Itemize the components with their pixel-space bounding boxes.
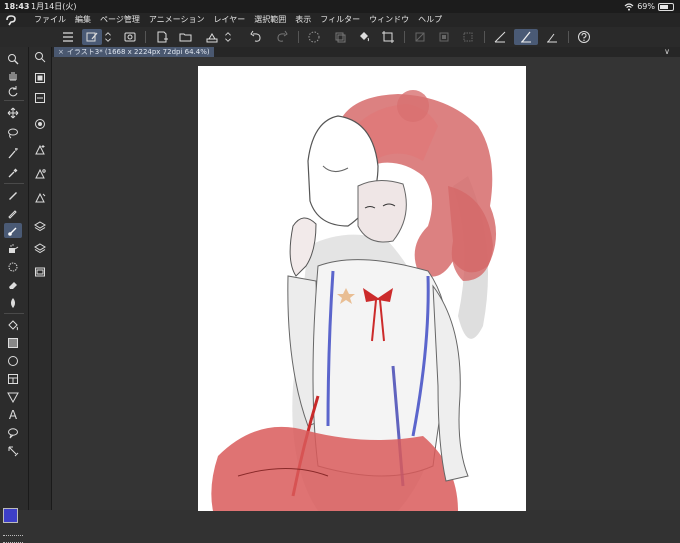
menu-item[interactable]: レイヤー [214, 13, 246, 27]
undo-icon[interactable] [246, 29, 266, 45]
tool-property-icon[interactable] [33, 71, 47, 85]
command-bar [0, 27, 680, 48]
tool-palette: A [0, 47, 29, 543]
invert-selection-icon [434, 29, 454, 45]
navigator-icon[interactable] [33, 50, 47, 64]
approximate-color-icon[interactable] [33, 191, 47, 205]
status-bar: 18:43 1月14日(火) 69% [0, 0, 680, 13]
correction-icon[interactable] [4, 443, 22, 458]
pen-icon[interactable] [4, 187, 22, 202]
airbrush-icon[interactable] [4, 241, 22, 256]
ruler-icon[interactable] [4, 389, 22, 404]
document-tab-title: イラスト3* (1668 x 2224px 72dpi 64.4%) [66, 48, 210, 56]
battery-icon [658, 2, 674, 11]
transform-icon [330, 29, 350, 45]
loading-spinner-icon [304, 29, 324, 45]
menu-item[interactable]: 選択範囲 [254, 13, 286, 27]
eyedropper-icon[interactable] [4, 165, 22, 180]
snap-grid-icon[interactable] [542, 29, 562, 45]
decoration-icon[interactable] [4, 259, 22, 274]
blend-icon[interactable] [4, 295, 22, 310]
layer-icon[interactable] [33, 241, 47, 255]
balloon-icon[interactable] [4, 425, 22, 440]
help-icon[interactable] [574, 29, 594, 45]
battery-fill [660, 4, 668, 9]
menu-item[interactable]: ファイル [34, 13, 66, 27]
status-date: 1月14日(火) [31, 2, 77, 11]
layer-property-icon[interactable] [33, 219, 47, 233]
fill-bucket-icon[interactable] [354, 29, 374, 45]
menu-item[interactable]: アニメーション [149, 13, 205, 27]
text-icon[interactable]: A [4, 407, 22, 422]
document-tab[interactable]: × イラスト3* (1668 x 2224px 72dpi 64.4%) [54, 47, 214, 57]
main-color-swatch[interactable] [3, 508, 18, 523]
material-icon[interactable] [33, 265, 47, 279]
menu-bar: ファイル 編集 ページ管理 アニメーション レイヤー 選択範囲 表示 フィルター ウィンドウ ヘル… [0, 13, 680, 27]
tool-separator [4, 100, 24, 101]
tab-close-icon[interactable]: × [58, 47, 64, 57]
tool-separator [4, 313, 24, 314]
color-wheel-icon[interactable] [33, 117, 47, 131]
quick-access-icon[interactable] [120, 29, 140, 45]
menu-item[interactable]: 表示 [295, 13, 311, 27]
open-folder-icon[interactable] [176, 29, 196, 45]
sub-palette-strip [29, 47, 52, 510]
hand-icon[interactable] [4, 67, 22, 82]
toolbar-separator [298, 31, 299, 43]
intermediate-color-icon[interactable] [33, 167, 47, 181]
shape-icon[interactable] [4, 353, 22, 368]
battery-percent: 69% [637, 2, 655, 11]
menu-item[interactable]: フィルター [320, 13, 360, 27]
zoom-icon[interactable] [4, 51, 22, 66]
menu-item[interactable]: ページ管理 [100, 13, 140, 27]
wifi-icon [624, 2, 634, 11]
status-time: 18:43 [4, 2, 30, 11]
clear-selection-icon [410, 29, 430, 45]
redo-icon [272, 29, 292, 45]
crop-icon[interactable] [378, 29, 398, 45]
edit-gesture-icon[interactable] [82, 29, 102, 45]
toolbar-separator [568, 31, 569, 43]
brush-size-icon[interactable] [33, 91, 47, 105]
tool-separator [4, 183, 24, 184]
ruler-snap-icon[interactable] [490, 29, 510, 45]
drawing-canvas[interactable] [198, 66, 526, 511]
menu-items: ファイル 編集 ページ管理 アニメーション レイヤー 選択範囲 表示 フィルター ウィンドウ ヘル… [34, 13, 442, 27]
eraser-icon[interactable] [4, 277, 22, 292]
document-tab-bar: × イラスト3* (1668 x 2224px 72dpi 64.4%) ∨ [52, 47, 680, 57]
menu-item[interactable]: 編集 [75, 13, 91, 27]
selection-border-icon [458, 29, 478, 45]
toolbar-separator [404, 31, 405, 43]
canvas-area[interactable] [52, 57, 680, 511]
toolbar-separator [145, 31, 146, 43]
snap-special-ruler-icon[interactable] [514, 29, 538, 45]
artwork-illustration [211, 90, 497, 511]
fill-icon[interactable] [4, 317, 22, 332]
gradient-icon[interactable] [4, 335, 22, 350]
new-document-icon[interactable] [152, 29, 172, 45]
hamburger-menu-icon[interactable] [58, 29, 78, 45]
app-logo-icon[interactable] [4, 14, 18, 26]
color-set-icon[interactable] [33, 143, 47, 157]
toolbar-separator [484, 31, 485, 43]
menu-item[interactable]: ウィンドウ [369, 13, 409, 27]
brush-size-strip[interactable] [3, 535, 23, 543]
move-icon[interactable] [4, 105, 22, 120]
magic-wand-icon[interactable] [4, 145, 22, 160]
stepper-icon[interactable] [102, 29, 114, 45]
save-icon[interactable] [202, 29, 222, 45]
lasso-icon[interactable] [4, 125, 22, 140]
menu-item[interactable]: ヘルプ [418, 13, 442, 27]
status-indicators: 69% [624, 0, 674, 13]
tab-menu-chevron-icon[interactable]: ∨ [664, 47, 670, 57]
brush-icon[interactable] [4, 223, 22, 238]
frame-icon[interactable] [4, 371, 22, 386]
save-options-icon[interactable] [222, 29, 234, 45]
rotate-icon[interactable] [4, 83, 22, 98]
pencil-icon[interactable] [4, 205, 22, 220]
text-icon-glyph: A [8, 407, 18, 422]
